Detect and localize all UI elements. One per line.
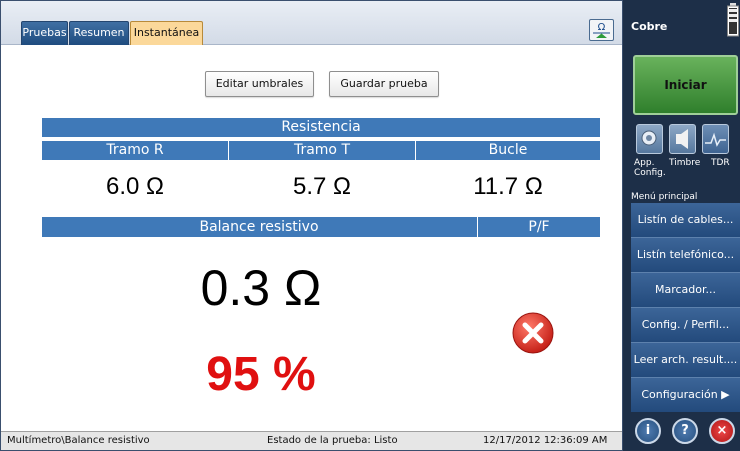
battery-icon: [727, 3, 739, 37]
pf-label: P/F: [528, 219, 550, 235]
tdr-trace-icon: [705, 132, 726, 147]
save-test-button[interactable]: Guardar prueba: [329, 71, 439, 97]
balance-header: Balance resistivo P/F: [42, 217, 600, 237]
tdr-label: TDR: [711, 158, 730, 168]
close-icon: ×: [716, 423, 728, 438]
help-button[interactable]: ?: [672, 418, 698, 444]
tab-bar: Pruebas Resumen Instantánea Ω: [1, 1, 622, 45]
resistance-columns-header: Tramo R Tramo T Bucle: [42, 141, 600, 160]
edit-thresholds-button[interactable]: Editar umbrales: [205, 71, 314, 97]
menu-configuration[interactable]: Configuración ▶: [631, 378, 740, 413]
info-icon: i: [645, 423, 651, 438]
app-config-label: App. Config.: [634, 158, 666, 178]
ohm-meter-button[interactable]: Ω: [589, 19, 614, 41]
tab-resumen[interactable]: Resumen: [69, 21, 129, 45]
tab-pruebas[interactable]: Pruebas: [21, 21, 68, 45]
help-icon: ?: [681, 423, 689, 438]
balance-title: Balance resistivo: [199, 219, 319, 235]
menu-dialer[interactable]: Marcador...: [631, 273, 740, 308]
menu-config-profile[interactable]: Config. / Perfil...: [631, 308, 740, 343]
app-config-button[interactable]: [636, 124, 663, 154]
wrench-icon: [641, 130, 657, 146]
sidebar-title: Cobre: [631, 20, 668, 33]
tab-instantanea[interactable]: Instantánea: [130, 21, 203, 45]
column-tramo-r: Tramo R: [106, 142, 164, 158]
speaker-icon: [676, 129, 688, 149]
balance-percent: 95 %: [206, 348, 316, 401]
column-tramo-t: Tramo T: [293, 142, 351, 158]
status-bar: Multímetro\Balance resistivo Estado de l…: [1, 431, 622, 450]
ohm-meter-icon: Ω: [593, 22, 610, 38]
value-bucle: 11.7 Ω: [473, 173, 543, 200]
status-datetime: 12/17/2012 12:36:09 AM: [483, 435, 608, 446]
timbre-button[interactable]: [669, 124, 696, 154]
main-panel: Pruebas Resumen Instantánea Ω Editar umb…: [0, 0, 623, 451]
close-button[interactable]: ×: [709, 418, 735, 444]
menu-read-results[interactable]: Leer arch. result....: [631, 343, 740, 378]
info-button[interactable]: i: [635, 418, 661, 444]
sidebar: Cobre Iniciar App. Config. Timbre TDR Me…: [623, 0, 740, 451]
svg-text:Ω: Ω: [598, 22, 606, 33]
resistance-title: Resistencia: [42, 118, 600, 137]
fail-x-icon: [512, 312, 554, 354]
menu-phone-list[interactable]: Listín telefónico...: [631, 238, 740, 273]
value-tramo-r: 6.0 Ω: [106, 173, 164, 200]
balance-value: 0.3 Ω: [200, 260, 322, 316]
column-bucle: Bucle: [488, 142, 528, 158]
test-status: Estado de la prueba: Listo: [267, 435, 398, 446]
tdr-button[interactable]: [702, 124, 729, 154]
status-path: Multímetro\Balance resistivo: [7, 435, 150, 446]
start-button[interactable]: Iniciar: [633, 55, 738, 115]
main-menu-title: Menú principal: [631, 192, 698, 202]
menu-cable-list[interactable]: Listín de cables...: [631, 203, 740, 238]
timbre-label: Timbre: [669, 158, 701, 168]
value-tramo-t: 5.7 Ω: [293, 173, 351, 200]
